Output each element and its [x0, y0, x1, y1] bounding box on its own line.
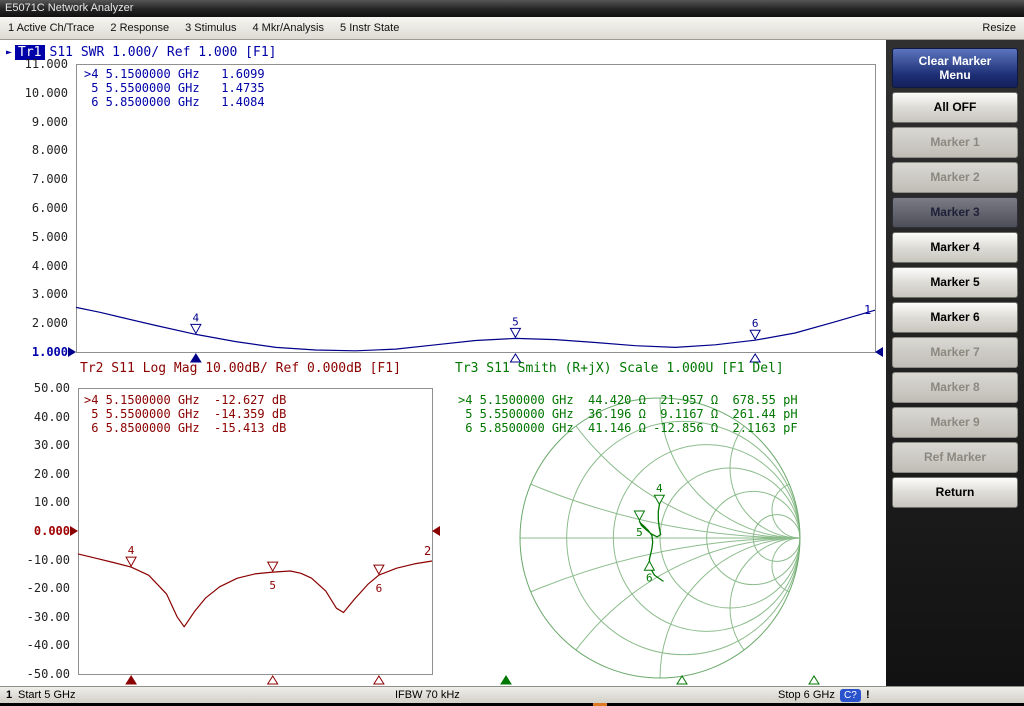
tr1-format-text: S11 SWR 1.000/ Ref 1.000 [F1]	[50, 45, 277, 60]
status-alert-icon: !	[866, 687, 870, 703]
svg-text:6: 6	[752, 317, 759, 330]
marker-readout-line: 6 5.8500000 GHz -15.413 dB	[84, 421, 286, 435]
status-cal-badge: C?	[840, 689, 861, 702]
softkey-ref-marker: Ref Marker	[892, 442, 1018, 473]
y-tick-label: -10.00	[0, 553, 72, 567]
softkey-marker-9: Marker 9	[892, 407, 1018, 438]
y-tick-label: -50.00	[0, 667, 72, 681]
y-tick-label: -30.00	[0, 610, 72, 624]
status-stop: Stop 6 GHz	[778, 687, 835, 703]
menu-item-2-response[interactable]: 2 Response	[110, 22, 169, 34]
marker-readout-line: 5 5.5500000 GHz 1.4735	[84, 81, 265, 95]
y-tick-label: 20.00	[0, 467, 72, 481]
tr1-trace-number: 1	[864, 303, 871, 317]
app-window: E5071C Network Analyzer 1 Active Ch/Trac…	[0, 0, 1024, 706]
tr2-header[interactable]: Tr2 S11 Log Mag 10.00dB/ Ref 0.000dB [F1…	[80, 361, 401, 376]
softkey-all-off[interactable]: All OFF	[892, 92, 1018, 123]
menu-item-resize[interactable]: Resize	[982, 22, 1016, 34]
y-tick-label: -20.00	[0, 581, 72, 595]
marker-readout-line: 5 5.5500000 GHz -14.359 dB	[84, 407, 286, 421]
marker-readout-line: 6 5.8500000 GHz 1.4084	[84, 95, 265, 109]
menu-bar: 1 Active Ch/Trace2 Response3 Stimulus4 M…	[0, 17, 1024, 40]
softkey-return[interactable]: Return	[892, 477, 1018, 508]
softkey-sidebar: Clear Marker Menu All OFF Marker 1 Marker …	[886, 40, 1024, 686]
y-tick-label: 10.00	[0, 495, 72, 509]
tr2-marker-readout: >4 5.1500000 GHz -12.627 dB 5 5.5500000 …	[84, 393, 286, 435]
marker-readout-line: >4 5.1500000 GHz 1.6099	[84, 67, 265, 81]
tr3-marker-readout: >4 5.1500000 GHz 44.420 Ω 21.957 Ω 678.5…	[458, 393, 798, 435]
menu-item-4-mkr-analysis[interactable]: 4 Mkr/Analysis	[252, 22, 324, 34]
marker-readout-line: >4 5.1500000 GHz 44.420 Ω 21.957 Ω 678.5…	[458, 393, 798, 407]
tr2-trace-number: 2	[424, 544, 431, 558]
y-tick-label: 50.00	[0, 381, 72, 395]
marker-readout-line: >4 5.1500000 GHz -12.627 dB	[84, 393, 286, 407]
svg-text:4: 4	[128, 544, 135, 557]
softkey-marker-6[interactable]: Marker 6	[892, 302, 1018, 333]
svg-text:4: 4	[193, 311, 200, 324]
softkey-menu-title: Clear Marker Menu	[892, 48, 1018, 88]
svg-text:6: 6	[646, 571, 653, 584]
status-start: Start 5 GHz	[18, 687, 75, 703]
svg-text:6: 6	[376, 582, 383, 595]
menu-item-5-instr-state[interactable]: 5 Instr State	[340, 22, 399, 34]
softkey-buttons: All OFF Marker 1 Marker 2 Marker 3 Marker 4 M…	[886, 92, 1024, 508]
svg-text:5: 5	[636, 526, 643, 539]
status-bar: 1 Start 5 GHz IFBW 70 kHz Stop 6 GHz C? …	[0, 686, 1024, 703]
softkey-marker-8: Marker 8	[892, 372, 1018, 403]
menu-item-3-stimulus[interactable]: 3 Stimulus	[185, 22, 236, 34]
marker-readout-line: 5 5.5500000 GHz 36.196 Ω 9.1167 Ω 261.44…	[458, 407, 798, 421]
softkey-marker-4[interactable]: Marker 4	[892, 232, 1018, 263]
y-tick-label: 40.00	[0, 410, 72, 424]
svg-text:5: 5	[269, 579, 276, 592]
y-tick-label: 0.000	[0, 524, 72, 538]
tr1-marker-readout: >4 5.1500000 GHz 1.6099 5 5.5500000 GHz …	[84, 67, 265, 109]
marker-readout-line: 6 5.8500000 GHz 41.146 Ω -12.856 Ω 2.116…	[458, 421, 798, 435]
status-ifbw: IFBW 70 kHz	[395, 687, 460, 703]
tr2-yaxis: 50.00 40.00 30.00 20.00 10.00 0.000 -10.00 -20.…	[0, 0, 72, 706]
tr3-header[interactable]: Tr3 S11 Smith (R+jX) Scale 1.000U [F1 De…	[455, 361, 784, 376]
y-tick-label: -40.00	[0, 638, 72, 652]
title-bar[interactable]: E5071C Network Analyzer	[0, 0, 1024, 17]
status-channel: 1	[6, 687, 12, 703]
svg-text:4: 4	[656, 482, 663, 495]
softkey-marker-5[interactable]: Marker 5	[892, 267, 1018, 298]
softkey-marker-2: Marker 2	[892, 162, 1018, 193]
y-tick-label: 30.00	[0, 438, 72, 452]
svg-text:5: 5	[512, 315, 519, 328]
softkey-marker-7: Marker 7	[892, 337, 1018, 368]
softkey-marker-1: Marker 1	[892, 127, 1018, 158]
softkey-marker-3[interactable]: Marker 3	[892, 197, 1018, 228]
